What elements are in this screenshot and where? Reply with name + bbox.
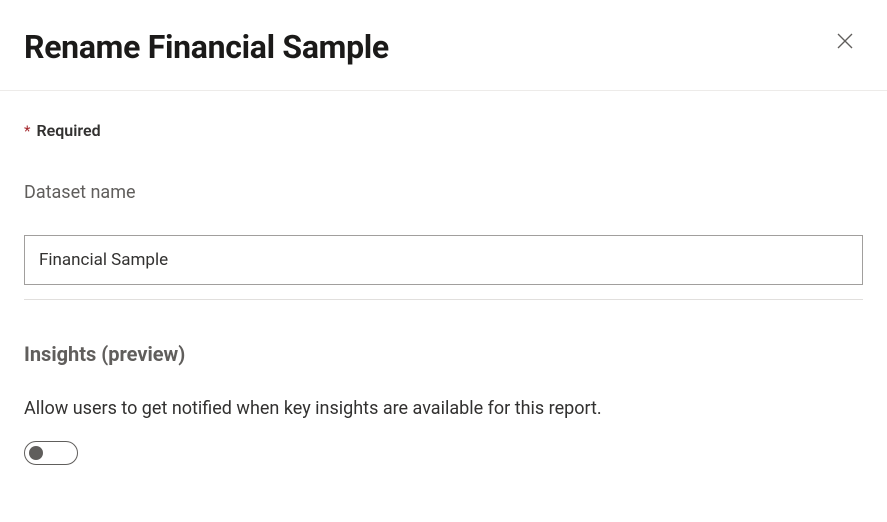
required-label: Required (36, 121, 100, 140)
insights-heading: Insights (preview) (24, 342, 863, 366)
insights-toggle[interactable] (24, 441, 78, 465)
dialog-header: Rename Financial Sample (0, 0, 887, 91)
dialog-title: Rename Financial Sample (24, 28, 863, 66)
dataset-name-input[interactable] (24, 235, 863, 285)
toggle-knob (29, 446, 43, 460)
required-indicator: * Required (24, 121, 863, 140)
section-divider (24, 299, 863, 300)
close-icon (837, 33, 853, 52)
dataset-name-label: Dataset name (24, 182, 863, 203)
close-button[interactable] (835, 32, 855, 52)
dialog-content: * Required Dataset name Insights (previe… (0, 91, 887, 493)
insights-description: Allow users to get notified when key ins… (24, 398, 863, 419)
required-asterisk: * (24, 122, 30, 140)
